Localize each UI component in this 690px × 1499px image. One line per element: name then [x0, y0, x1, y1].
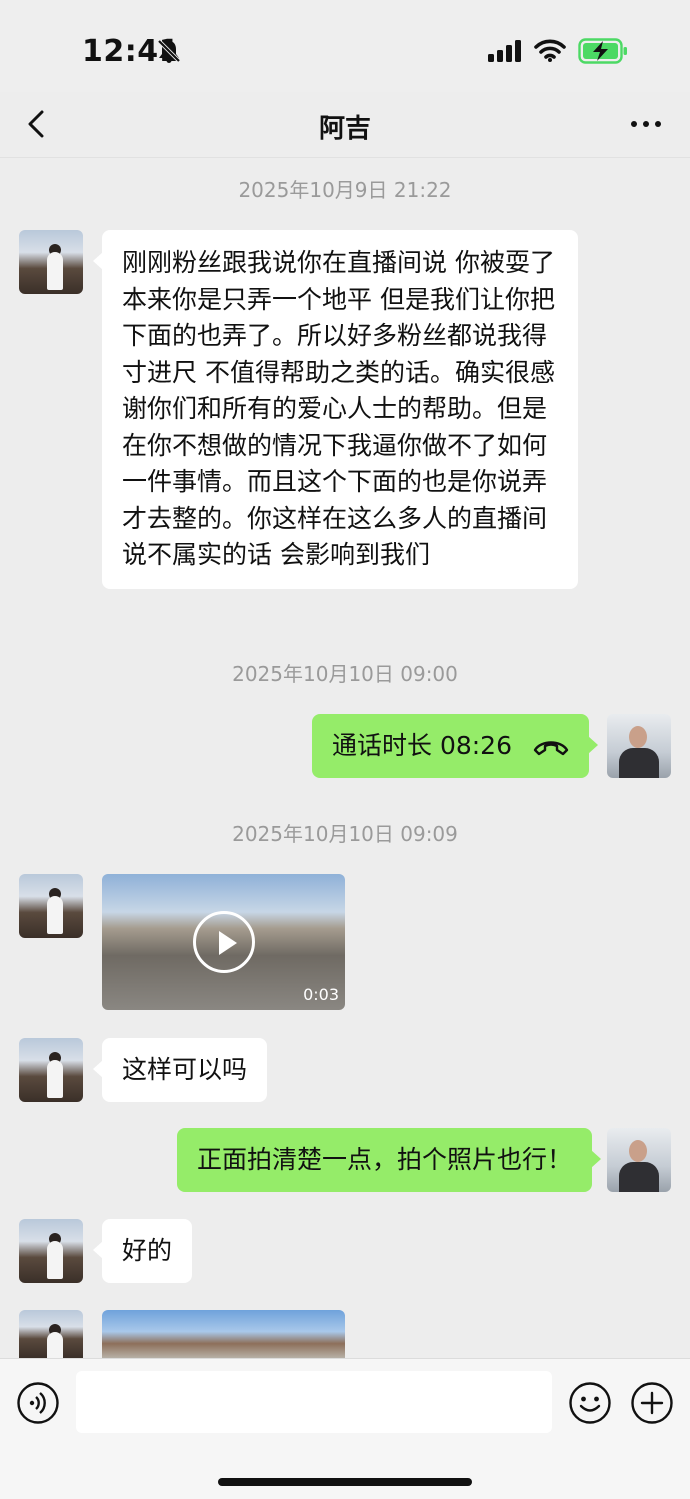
timestamp: 2025年10月10日 09:00 — [232, 662, 458, 686]
avatar-body — [619, 1162, 659, 1192]
message-bubble-received[interactable]: 这样可以吗 — [92, 1038, 268, 1102]
photo-message[interactable] — [102, 1310, 345, 1358]
voice-icon[interactable] — [16, 1381, 60, 1425]
timestamp: 2025年10月9日 21:22 — [238, 178, 452, 202]
avatar-figure — [47, 896, 63, 934]
avatar-contact[interactable] — [19, 230, 83, 294]
avatar-contact[interactable] — [19, 1310, 83, 1358]
message-bubble-sent[interactable]: 正面拍清楚一点，拍个照片也行！ — [176, 1128, 602, 1192]
phone-hangup-icon — [533, 741, 569, 756]
video-duration: 0:03 — [303, 985, 339, 1004]
avatar-figure — [47, 252, 63, 290]
avatar-self[interactable] — [607, 1128, 671, 1192]
bell-slash-icon — [157, 39, 181, 63]
call-record-bubble[interactable]: 通话时长 08:26 — [312, 714, 598, 778]
message-bubble-received[interactable]: 刚刚粉丝跟我说你在直播间说 你被耍了 本来你是只弄一个地平 但是我们让你把下面的… — [93, 230, 578, 589]
status-bar: 12:41 — [0, 0, 690, 92]
wifi-icon — [534, 39, 566, 62]
avatar-contact[interactable] — [19, 874, 83, 938]
avatar-figure — [47, 1241, 63, 1279]
avatar-body — [619, 748, 659, 778]
home-indicator[interactable] — [218, 1478, 472, 1486]
avatar-head — [629, 1140, 647, 1162]
message-input[interactable] — [76, 1371, 552, 1433]
message-bubble-received[interactable]: 好的 — [92, 1219, 193, 1283]
video-message[interactable]: 0:03 — [102, 874, 345, 1010]
call-duration-label: 通话时长 08:26 — [332, 731, 512, 760]
avatar-head — [629, 726, 647, 748]
avatar-figure — [47, 1060, 63, 1098]
more-icon[interactable] — [626, 112, 666, 136]
avatar-contact[interactable] — [19, 1219, 83, 1283]
plus-icon[interactable] — [630, 1381, 674, 1425]
avatar-contact[interactable] — [19, 1038, 83, 1102]
battery-charging-icon — [578, 38, 627, 64]
nav-bar: 阿吉 — [0, 92, 690, 158]
chat-title: 阿吉 — [318, 114, 371, 144]
play-icon[interactable] — [193, 911, 255, 973]
signal-icon — [488, 40, 521, 62]
avatar-self[interactable] — [607, 714, 671, 778]
avatar-figure — [47, 1332, 63, 1358]
timestamp: 2025年10月10日 09:09 — [232, 822, 458, 846]
emoji-icon[interactable] — [568, 1381, 612, 1425]
